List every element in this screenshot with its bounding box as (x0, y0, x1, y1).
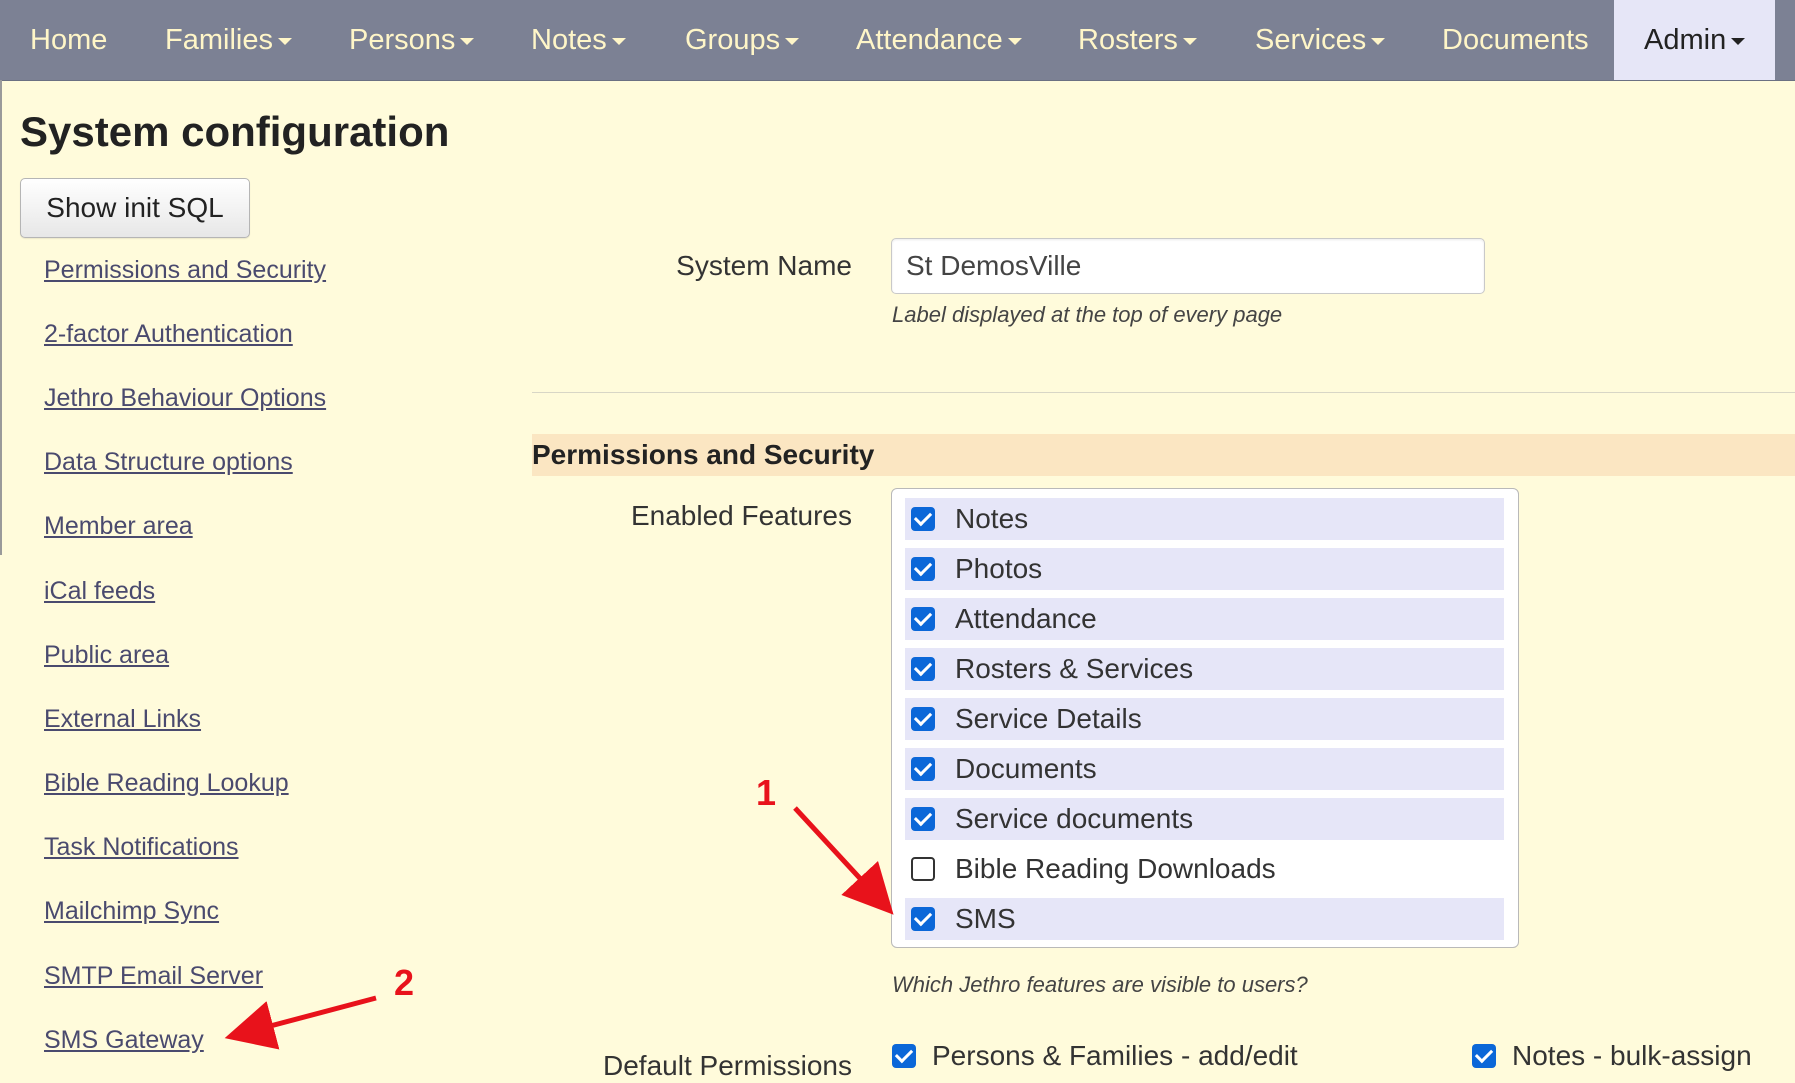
annotation-arrow-1 (793, 806, 894, 915)
annotation-arrows (224, 806, 894, 1050)
annotation-arrow-2 (224, 995, 377, 1050)
